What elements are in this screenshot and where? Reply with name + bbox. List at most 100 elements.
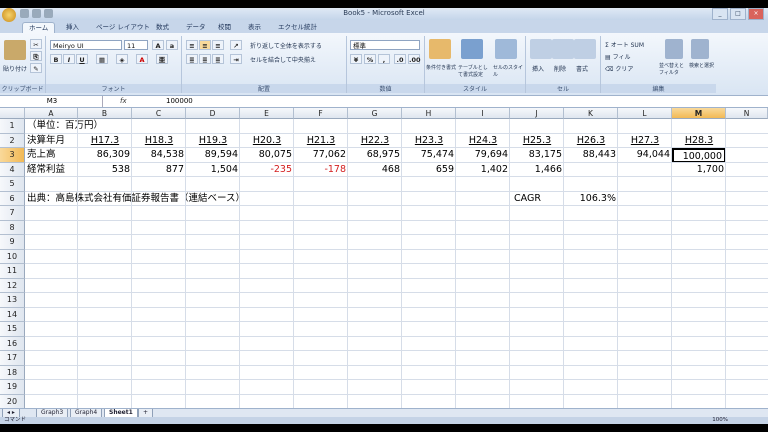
tab-insert[interactable]: 挿入 <box>60 22 85 33</box>
maximize-icon[interactable]: □ <box>730 8 746 20</box>
cell-e4[interactable]: -235 <box>240 163 294 178</box>
cell-style-icon[interactable] <box>495 39 517 59</box>
align-left-icon[interactable]: ≣ <box>186 54 198 64</box>
cell-j4[interactable]: 1,466 <box>510 163 564 178</box>
cell-l4[interactable] <box>618 163 672 178</box>
cell-k6[interactable]: 106.3% <box>564 192 618 207</box>
cell-h2[interactable]: H23.3 <box>402 134 456 149</box>
column-header-d[interactable]: D <box>186 108 240 119</box>
font-color-icon[interactable]: A <box>136 54 148 64</box>
column-header-j[interactable]: J <box>510 108 564 119</box>
cell-a2[interactable]: 決算年月 <box>25 134 67 149</box>
column-header-c[interactable]: C <box>132 108 186 119</box>
tab-data[interactable]: データ <box>180 22 212 33</box>
row-header-6[interactable]: 6 <box>0 191 25 206</box>
font-grow-icon[interactable]: A <box>152 40 164 50</box>
row-header-12[interactable]: 12 <box>0 278 25 293</box>
row-header-16[interactable]: 16 <box>0 336 25 351</box>
orientation-icon[interactable]: ↗ <box>230 40 242 50</box>
cell-c2[interactable]: H18.3 <box>132 134 186 149</box>
underline-icon[interactable]: U <box>76 54 88 64</box>
cell-h4[interactable]: 659 <box>402 163 456 178</box>
cell-a3[interactable]: 売上高 <box>25 148 58 163</box>
cell-g4[interactable]: 468 <box>348 163 402 178</box>
sort-filter-icon[interactable] <box>665 39 683 59</box>
cell-g3[interactable]: 68,975 <box>348 148 402 163</box>
cell-f2[interactable]: H21.3 <box>294 134 348 149</box>
tab-formulas[interactable]: 数式 <box>150 22 175 33</box>
paste-icon[interactable] <box>4 40 26 60</box>
zoom-level[interactable]: 100% <box>712 417 728 424</box>
row-header-13[interactable]: 13 <box>0 293 25 308</box>
cell-b4[interactable]: 538 <box>78 163 132 178</box>
select-all-corner[interactable] <box>0 108 25 119</box>
increase-decimal-icon[interactable]: .0 <box>394 54 406 64</box>
phonetic-icon[interactable]: 亜 <box>156 54 168 64</box>
cell-k3[interactable]: 88,443 <box>564 148 618 163</box>
column-header-h[interactable]: H <box>402 108 456 119</box>
formula-input[interactable]: 100000 <box>166 96 193 107</box>
cell-area[interactable]: （単位：百万円） 決算年月 売上高 経常利益 出典：高島株式会社有価証券報告書（… <box>25 119 768 409</box>
cell-m3[interactable]: 100,000 <box>672 148 726 163</box>
number-format-dropdown[interactable]: 標準 <box>350 40 420 50</box>
italic-icon[interactable]: I <box>63 54 75 64</box>
fill-button[interactable]: フィル <box>613 54 631 61</box>
cell-i3[interactable]: 79,694 <box>456 148 510 163</box>
row-header-14[interactable]: 14 <box>0 307 25 322</box>
name-box[interactable]: M3 <box>2 96 103 107</box>
delete-cells-icon[interactable] <box>552 39 574 59</box>
minimize-icon[interactable]: _ <box>712 8 728 20</box>
cell-f4[interactable]: -178 <box>294 163 348 178</box>
font-name-dropdown[interactable]: Meiryo UI <box>50 40 122 50</box>
cell-b2[interactable]: H17.3 <box>78 134 132 149</box>
column-header-k[interactable]: K <box>564 108 618 119</box>
row-header-1[interactable]: 1 <box>0 119 25 134</box>
column-header-n[interactable]: N <box>726 108 768 119</box>
format-cells-icon[interactable] <box>574 39 596 59</box>
row-header-15[interactable]: 15 <box>0 322 25 337</box>
row-header-9[interactable]: 9 <box>0 235 25 250</box>
align-middle-icon[interactable]: ≡ <box>199 40 211 50</box>
cell-d2[interactable]: H19.3 <box>186 134 240 149</box>
row-header-8[interactable]: 8 <box>0 220 25 235</box>
table-format-icon[interactable] <box>461 39 483 59</box>
row-header-20[interactable]: 20 <box>0 394 25 409</box>
cell-e3[interactable]: 80,075 <box>240 148 294 163</box>
column-header-i[interactable]: I <box>456 108 510 119</box>
row-header-19[interactable]: 19 <box>0 380 25 395</box>
row-header-11[interactable]: 11 <box>0 264 25 279</box>
tab-review[interactable]: 校閲 <box>212 22 237 33</box>
cell-k4[interactable] <box>564 163 618 178</box>
column-header-m[interactable]: M <box>672 108 726 119</box>
cell-a4[interactable]: 経常利益 <box>25 163 67 178</box>
cell-m2[interactable]: H28.3 <box>672 134 726 149</box>
close-icon[interactable]: × <box>748 8 764 20</box>
cell-d3[interactable]: 89,594 <box>186 148 240 163</box>
row-header-2[interactable]: 2 <box>0 133 25 148</box>
cell-j2[interactable]: H25.3 <box>510 134 564 149</box>
copy-icon[interactable]: ⎘ <box>30 51 42 61</box>
tab-view[interactable]: 表示 <box>242 22 267 33</box>
fill-color-icon[interactable]: ◈ <box>116 54 128 64</box>
row-header-4[interactable]: 4 <box>0 162 25 177</box>
cut-icon[interactable]: ✂ <box>30 39 42 49</box>
row-header-10[interactable]: 10 <box>0 249 25 264</box>
cell-b3[interactable]: 86,309 <box>78 148 132 163</box>
align-center-icon[interactable]: ≣ <box>199 54 211 64</box>
column-header-g[interactable]: G <box>348 108 402 119</box>
column-header-f[interactable]: F <box>294 108 348 119</box>
column-header-l[interactable]: L <box>618 108 672 119</box>
border-icon[interactable]: ▦ <box>96 54 108 64</box>
clear-button[interactable]: クリア <box>615 66 633 73</box>
cell-j6[interactable]: CAGR <box>512 192 543 207</box>
decrease-decimal-icon[interactable]: .00 <box>408 54 421 64</box>
align-bottom-icon[interactable]: ≡ <box>212 40 224 50</box>
cell-m4[interactable]: 1,700 <box>672 163 726 178</box>
column-header-a[interactable]: A <box>25 108 78 119</box>
cell-l2[interactable]: H27.3 <box>618 134 672 149</box>
cell-a6[interactable]: 出典：高島株式会社有価証券報告書（連結ベース） <box>25 192 247 207</box>
font-shrink-icon[interactable]: a <box>166 40 178 50</box>
cell-g2[interactable]: H22.3 <box>348 134 402 149</box>
cell-a1[interactable]: （単位：百万円） <box>25 119 105 134</box>
conditional-format-icon[interactable] <box>429 39 451 59</box>
